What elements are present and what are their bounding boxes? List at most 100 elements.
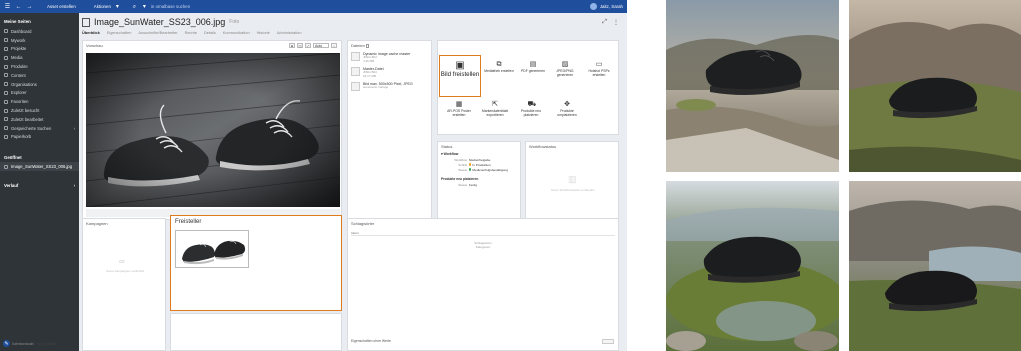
back-icon[interactable]: ← (15, 3, 22, 10)
image-icon: ▨ (561, 61, 569, 68)
sidebar-item-media[interactable]: Media (0, 53, 79, 62)
gallery-photo-rock-path (666, 0, 839, 172)
move-products-button[interactable]: ✥ Produkte umplatzieren (552, 101, 582, 118)
cutout-thumbnail[interactable] (175, 230, 249, 268)
tab-rights[interactable]: Rechte (185, 30, 197, 35)
keywords-empty: Schlagwörter Kategorien (458, 241, 508, 249)
sidebar-item-projekte[interactable]: Projekte (0, 45, 79, 54)
workflow-panel: Workflowstatus ▥ Keine Workflowstatus vo… (525, 141, 619, 220)
sidebar-item-label: Image_SunWater_SS23_006.jpg (11, 164, 73, 170)
search-field[interactable]: ⌕ ▾ in ornalbase suchen (131, 3, 191, 10)
tab-overview[interactable]: Überblick (82, 30, 100, 35)
remove-background-label: Bild freistellen (440, 71, 480, 78)
sidebar-section-history[interactable]: Verlauf › (0, 177, 79, 190)
forward-icon[interactable]: → (26, 3, 33, 10)
organisation-icon (4, 82, 8, 87)
preview-panel: Vorschau ⊞ ◫ ⤢ Auto ↓ (82, 40, 342, 220)
create-media-button[interactable]: ⧉ Mediathek erstellen (484, 61, 514, 74)
bottom-status: Datenbankwahl Nicht gebildet (12, 342, 56, 346)
tab-crops[interactable]: Ausschnitte/Bearbeiter (138, 30, 177, 35)
empty-properties-toggle[interactable] (602, 339, 614, 344)
status-value-text: In Produktion (472, 162, 491, 167)
sidebar-item-produkte[interactable]: Produkte (0, 62, 79, 71)
chart-icon: ▥ (568, 174, 577, 184)
sidebar-open-file[interactable]: Image_SunWater_SS23_006.jpg (0, 162, 79, 172)
composite-screen: ☰ ← → Asset erstellen Aktionen ▾ ⌕ ▾ in orn… (0, 0, 1021, 351)
clock-icon (4, 108, 8, 113)
page-title: Image_SunWater_SS23_006.jpg (94, 17, 226, 27)
status-key: Schritt (458, 162, 467, 167)
sidebar-item-label: Produkte (11, 64, 28, 70)
image-icon (4, 55, 8, 60)
user-menu[interactable]: Jaitz, Sarah (589, 3, 623, 10)
place-products-button[interactable]: ⛟ Produkte neu platzieren (516, 101, 546, 118)
sidebar-item-explorer[interactable]: Explorer (0, 89, 79, 98)
sidebar-item-trash[interactable]: Papierkorb (0, 133, 79, 142)
actions-menu[interactable]: Aktionen ▾ (94, 3, 121, 10)
page-subtitle: Foto (229, 19, 240, 25)
tab-details[interactable]: Details (204, 30, 216, 35)
hotshot-psp-button[interactable]: ▭ Hotshot PSPs erstellen (584, 61, 614, 78)
status-value: In Produktion (469, 163, 491, 167)
sidebar-item-saved-searches[interactable]: Gespeicherte Suchen › (0, 124, 79, 133)
shoes-on-wood-image (86, 53, 340, 207)
trash-icon (4, 134, 8, 139)
create-asset-button[interactable]: Asset erstellen (47, 4, 76, 9)
sidebar-item-recent[interactable]: Zuletzt besucht (0, 106, 79, 115)
avatar (589, 3, 597, 10)
checkbox-icon[interactable] (365, 44, 370, 48)
cutout-panel-lower (170, 313, 342, 351)
status-label: Status (441, 144, 453, 149)
fit-icon[interactable]: ⊞ (289, 43, 295, 48)
sidebar-item-recently-edited[interactable]: Zuletzt bearbeitet (0, 115, 79, 124)
sidebar-item-dashboard[interactable]: Dashboard (0, 27, 79, 36)
cutout-label: Freisteller (175, 219, 202, 225)
files-title: Dateien (351, 43, 365, 48)
campaigns-empty-text: Keine Kampagnen verknüpft (106, 269, 144, 273)
tab-communication[interactable]: Kommunikation (223, 30, 250, 35)
export-datasheet-button[interactable]: ⇱ Markendatenblatt exportieren (480, 101, 510, 118)
fullscreen-icon[interactable]: ⤢ (305, 43, 311, 48)
file-row[interactable]: Master-Datei JPEG Bild 18,17 MB (348, 65, 431, 80)
zoom-select[interactable]: Auto (313, 43, 329, 48)
sidebar-item-content[interactable]: Content (0, 71, 79, 80)
sidebar-item-favoriten[interactable]: Favoriten (0, 97, 79, 106)
tab-history[interactable]: Historie (257, 30, 270, 35)
dashboard-icon (4, 29, 8, 34)
generate-jpeg-button[interactable]: ▨ JPEG/PNG generieren (550, 61, 580, 78)
compare-icon[interactable]: ◫ (297, 43, 303, 48)
chevron-down-icon: ▾ (115, 3, 119, 10)
action-label: Hotshot PSPs erstellen (588, 69, 610, 77)
workflow-label: Workflowstatus (529, 144, 557, 149)
explorer-icon (4, 90, 8, 95)
sidebar-item-organisations[interactable]: Organisations (0, 80, 79, 89)
mywork-icon (4, 38, 8, 43)
edit-icon[interactable]: ✎ (3, 340, 10, 347)
tab-administration[interactable]: Administration (277, 30, 302, 35)
download-icon[interactable]: ↓ (331, 43, 337, 48)
remove-background-button[interactable]: ▣ Bild freistellen (439, 55, 481, 97)
campaigns-label: Kampagnen (86, 221, 108, 226)
generate-pdf-button[interactable]: ▤ PDF generieren (518, 61, 548, 74)
menu-icon[interactable]: ☰ (4, 3, 11, 10)
sidebar-item-label: Papierkorb (11, 134, 32, 140)
image-file-icon (82, 17, 90, 27)
content-icon (4, 73, 8, 78)
action-label: PDF generieren (521, 69, 545, 73)
app-window: ☰ ← → Asset erstellen Aktionen ▾ ⌕ ▾ in orn… (0, 0, 627, 351)
ar-pos-poster-button[interactable]: ▦ AR-POS Poster erstellen (444, 101, 474, 118)
chevron-down-icon: ▾ (142, 3, 146, 10)
more-icon[interactable]: ⋮ (613, 19, 619, 26)
gallery-photo-mossy-rock (666, 181, 839, 351)
workflow-empty-text: Keine Workflowstatus vorhanden (551, 188, 595, 192)
action-label: AR-POS Poster erstellen (447, 109, 471, 117)
sidebar-item-mywork[interactable]: Mywork (0, 36, 79, 45)
file-row[interactable]: Bild max. 500x500 Pixel, JPEG Generierte … (348, 80, 431, 93)
expand-icon[interactable]: ⤢ (602, 19, 607, 26)
search-input[interactable]: in ornalbase suchen (151, 4, 190, 9)
file-row[interactable]: Dynamic image cache master JPEG Bild 4,45 … (348, 50, 431, 65)
poster-icon: ▦ (455, 101, 463, 108)
truck-icon: ⛟ (527, 101, 537, 108)
tab-properties[interactable]: Eigenschaften (107, 30, 132, 35)
sidebar-item-label: Explorer (11, 90, 27, 96)
